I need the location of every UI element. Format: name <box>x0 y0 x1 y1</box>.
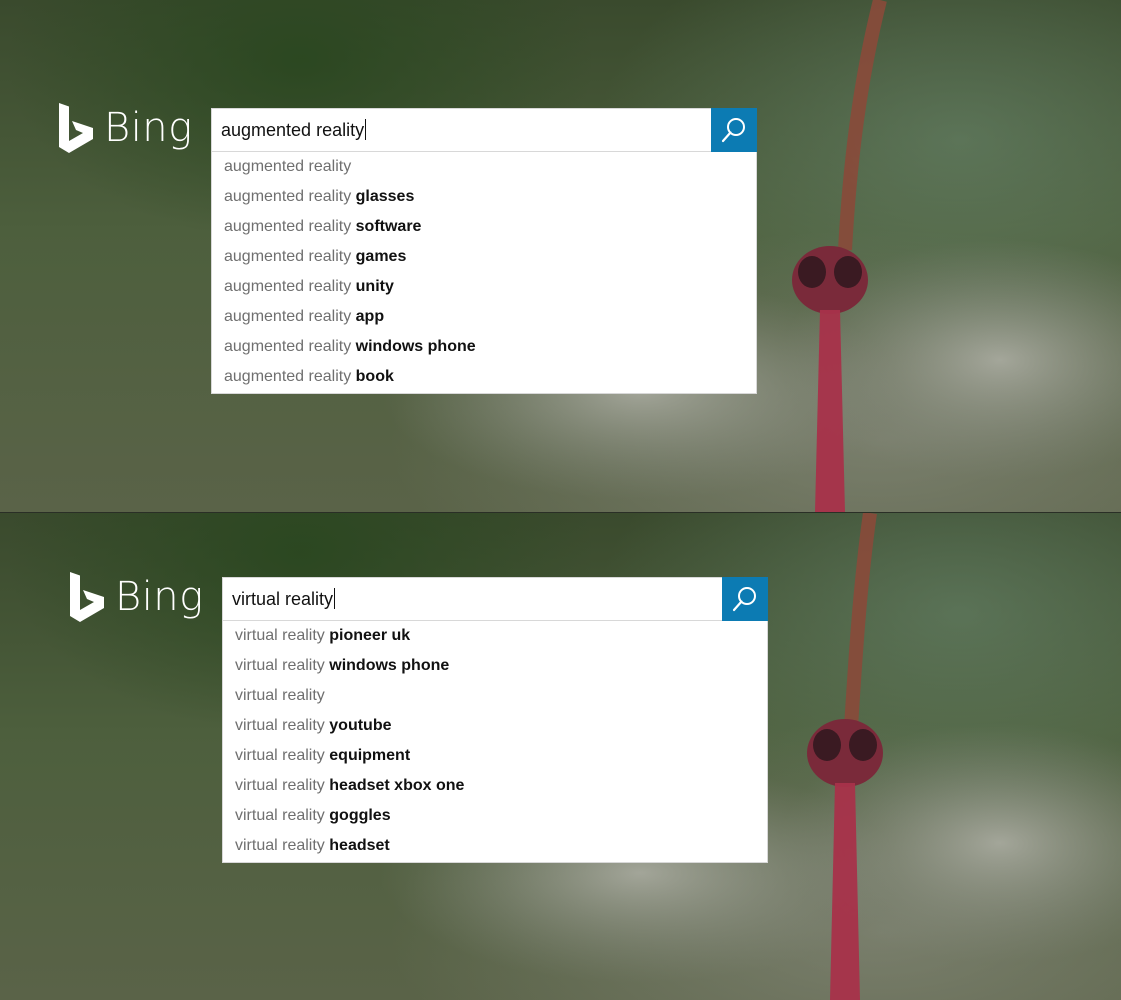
suggestion-item[interactable]: virtual reality equipment <box>223 741 767 771</box>
bing-logo[interactable]: Bing <box>58 102 193 154</box>
text-caret <box>334 588 336 609</box>
suggestion-item[interactable]: virtual reality windows phone <box>223 651 767 681</box>
suggestion-item[interactable]: virtual reality <box>223 681 767 711</box>
search-input[interactable]: virtual reality <box>223 578 722 620</box>
brand-name: Bing <box>115 574 204 620</box>
search-box: virtual reality <box>222 577 768 621</box>
search-icon <box>721 118 745 143</box>
bing-logo[interactable]: Bing <box>69 571 204 623</box>
search-icon <box>732 587 756 612</box>
text-caret <box>365 119 367 140</box>
search-button[interactable] <box>711 108 757 152</box>
suggestion-item[interactable]: augmented reality glasses <box>212 182 756 212</box>
bing-logo-icon <box>70 572 104 622</box>
suggestion-item[interactable]: augmented reality unity <box>212 272 756 302</box>
search-input[interactable]: augmented reality <box>212 109 711 151</box>
suggestion-item[interactable]: virtual reality headset <box>223 831 767 861</box>
suggestion-item[interactable]: augmented reality app <box>212 302 756 332</box>
search-button[interactable] <box>722 577 768 621</box>
suggestion-item[interactable]: virtual reality youtube <box>223 711 767 741</box>
suggestion-list: virtual reality pioneer uk virtual reali… <box>222 621 768 863</box>
suggestion-item[interactable]: virtual reality goggles <box>223 801 767 831</box>
search-query-text: virtual reality <box>232 589 334 609</box>
suggestion-item[interactable]: augmented reality windows phone <box>212 332 756 362</box>
search-panel-virtual: Bing virtual reality virtual reality pio… <box>0 513 1121 1000</box>
search-panel-augmented: Bing augmented reality augmented reality… <box>0 0 1121 512</box>
suggestion-item[interactable]: augmented reality software <box>212 212 756 242</box>
suggestion-item[interactable]: augmented reality games <box>212 242 756 272</box>
suggestion-item[interactable]: augmented reality book <box>212 362 756 392</box>
suggestion-item[interactable]: augmented reality <box>212 152 756 182</box>
bing-logo-icon <box>59 103 93 153</box>
search-box: augmented reality <box>211 108 757 152</box>
suggestion-list: augmented reality augmented reality glas… <box>211 152 757 394</box>
suggestion-item[interactable]: virtual reality headset xbox one <box>223 771 767 801</box>
search-query-text: augmented reality <box>221 120 365 140</box>
brand-name: Bing <box>104 105 193 151</box>
suggestion-item[interactable]: virtual reality pioneer uk <box>223 621 767 651</box>
